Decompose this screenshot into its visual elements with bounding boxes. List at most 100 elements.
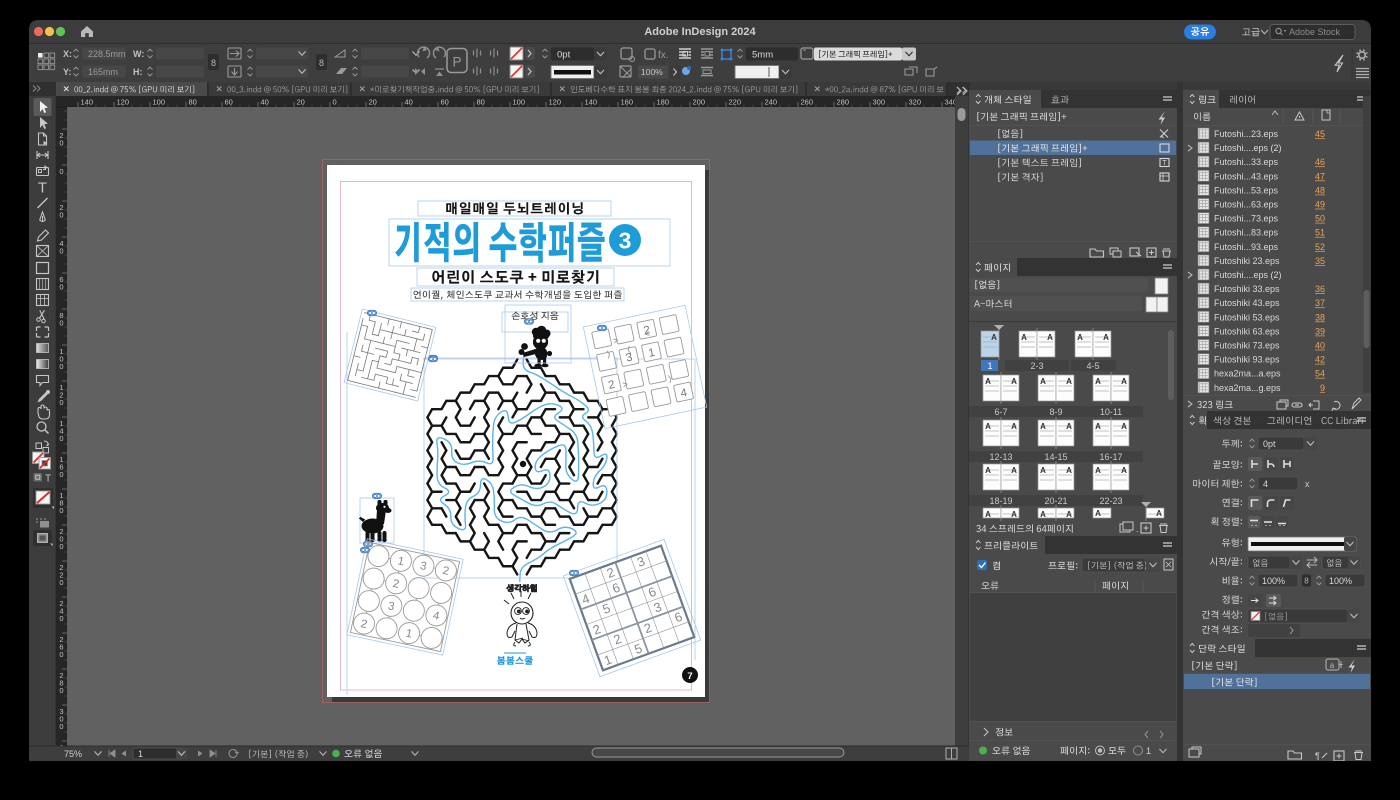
svg-text:W:: W: [133, 49, 144, 59]
svg-text:Futoshiki 43.eps: Futoshiki 43.eps [1214, 298, 1280, 308]
svg-text:8: 8 [319, 58, 324, 68]
svg-text:Futoshi...83.eps: Futoshi...83.eps [1214, 228, 1279, 238]
svg-text:100%: 100% [641, 67, 663, 77]
svg-text:Futoshi...23.eps: Futoshi...23.eps [1214, 129, 1279, 139]
svg-text:A: A [1011, 422, 1017, 431]
svg-text:39: 39 [1315, 326, 1325, 336]
svg-text:Futoshi....eps (2): Futoshi....eps (2) [1214, 143, 1282, 153]
svg-text:100%: 100% [1262, 576, 1285, 586]
svg-text:7: 7 [687, 671, 692, 682]
svg-text:A: A [1095, 466, 1101, 475]
svg-text:Futoshi...73.eps: Futoshi...73.eps [1214, 214, 1279, 224]
svg-text:A: A [1066, 466, 1072, 475]
svg-text:A: A [1047, 333, 1053, 342]
svg-text:9: 9 [1320, 383, 1325, 393]
svg-text:20-21: 20-21 [1044, 496, 1067, 506]
svg-text:0pt: 0pt [1263, 439, 1276, 449]
svg-text:Adobe InDesign 2024: Adobe InDesign 2024 [644, 26, 756, 38]
svg-text:A: A [1040, 466, 1046, 475]
svg-text:20: 20 [297, 98, 305, 107]
svg-text:0: 0 [59, 398, 63, 407]
svg-text:0: 0 [59, 686, 63, 695]
svg-text:4-5: 4-5 [1086, 361, 1099, 371]
svg-text:H:: H: [133, 67, 143, 77]
svg-text:¶: ¶ [1315, 751, 1320, 761]
svg-text:A: A [1011, 510, 1017, 519]
svg-text:6-7: 6-7 [994, 407, 1007, 417]
svg-text:a: a [1330, 661, 1335, 670]
svg-text:0: 0 [59, 362, 63, 371]
svg-text:Futoshiki 93.eps: Futoshiki 93.eps [1214, 355, 1280, 365]
svg-text:14-15: 14-15 [1044, 452, 1067, 462]
svg-text:49: 49 [1315, 200, 1325, 210]
svg-text:A: A [985, 510, 991, 519]
svg-text:165mm: 165mm [88, 67, 118, 77]
svg-text:37: 37 [1315, 298, 1325, 308]
svg-text:42: 42 [1315, 355, 1325, 365]
svg-text:.: . [1136, 524, 1139, 534]
svg-text:hexa2ma...g.eps: hexa2ma...g.eps [1214, 383, 1281, 393]
svg-text:A: A [1121, 377, 1127, 386]
svg-text:1: 1 [138, 749, 143, 759]
svg-text:0: 0 [59, 722, 63, 731]
svg-text:0pt: 0pt [557, 50, 571, 61]
svg-text:0: 0 [59, 319, 63, 328]
svg-text:0: 0 [59, 139, 63, 148]
svg-text:0: 0 [59, 247, 63, 256]
svg-text:0: 0 [59, 650, 63, 659]
svg-text:Futoshiki 33.eps: Futoshiki 33.eps [1214, 284, 1280, 294]
svg-text:fx.: fx. [658, 50, 669, 61]
svg-text:x: x [1305, 479, 1310, 489]
svg-text:P: P [452, 55, 461, 70]
svg-text:8: 8 [1304, 577, 1309, 586]
svg-text:A: A [1021, 333, 1027, 342]
svg-text:A: A [1040, 377, 1046, 386]
svg-text:A: A [985, 377, 991, 386]
svg-text:A: A [1066, 510, 1072, 519]
svg-text:50: 50 [1315, 214, 1325, 224]
svg-text:54: 54 [1315, 369, 1325, 379]
svg-text:Futoshi...43.eps: Futoshi...43.eps [1214, 171, 1279, 181]
svg-text:T: T [1162, 160, 1167, 167]
svg-text:80: 80 [477, 98, 485, 107]
svg-text:Adobe Stock: Adobe Stock [1289, 27, 1341, 37]
svg-text:0: 0 [59, 470, 63, 479]
svg-text:A: A [1095, 377, 1101, 386]
svg-text:18-19: 18-19 [989, 496, 1012, 506]
svg-text:A: A [985, 422, 991, 431]
svg-text:20: 20 [369, 98, 377, 107]
svg-text:40: 40 [1315, 341, 1325, 351]
svg-text:A: A [1066, 377, 1072, 386]
svg-text:35: 35 [1315, 256, 1325, 266]
svg-text:16-17: 16-17 [1099, 452, 1122, 462]
svg-text:8: 8 [211, 58, 216, 68]
svg-text:0: 0 [333, 98, 337, 107]
svg-text:A: A [1095, 509, 1101, 518]
svg-text:47: 47 [1315, 171, 1325, 181]
svg-text:46: 46 [1315, 157, 1325, 167]
svg-text:A: A [1103, 333, 1109, 342]
svg-text:T: T [45, 474, 51, 485]
svg-text:Y:: Y: [63, 67, 71, 77]
svg-text:2-3: 2-3 [1030, 361, 1043, 371]
svg-text:12-13: 12-13 [989, 452, 1012, 462]
svg-text:A: A [1095, 422, 1101, 431]
svg-text:38: 38 [1315, 312, 1325, 322]
svg-text:0: 0 [59, 506, 63, 515]
svg-text:10-11: 10-11 [1100, 407, 1122, 417]
svg-text:Futoshiki 73.eps: Futoshiki 73.eps [1214, 341, 1280, 351]
svg-text:A: A [1011, 466, 1017, 475]
svg-text:Futoshi...63.eps: Futoshi...63.eps [1214, 200, 1279, 210]
svg-text:Futoshi....eps (2): Futoshi....eps (2) [1214, 270, 1282, 280]
svg-text:Futoshi...33.eps: Futoshi...33.eps [1214, 157, 1279, 167]
svg-text:100%: 100% [1329, 576, 1352, 586]
svg-text:3: 3 [619, 228, 632, 254]
svg-text:A: A [1011, 377, 1017, 386]
svg-text:52: 52 [1315, 242, 1325, 252]
svg-text:Futoshi...53.eps: Futoshi...53.eps [1214, 185, 1279, 195]
svg-text:4: 4 [1263, 479, 1268, 489]
svg-text:A: A [985, 466, 991, 475]
svg-text:T: T [38, 180, 47, 197]
svg-text:Futoshiki 23.eps: Futoshiki 23.eps [1214, 256, 1280, 266]
svg-text:Futoshi...93.eps: Futoshi...93.eps [1214, 242, 1279, 252]
